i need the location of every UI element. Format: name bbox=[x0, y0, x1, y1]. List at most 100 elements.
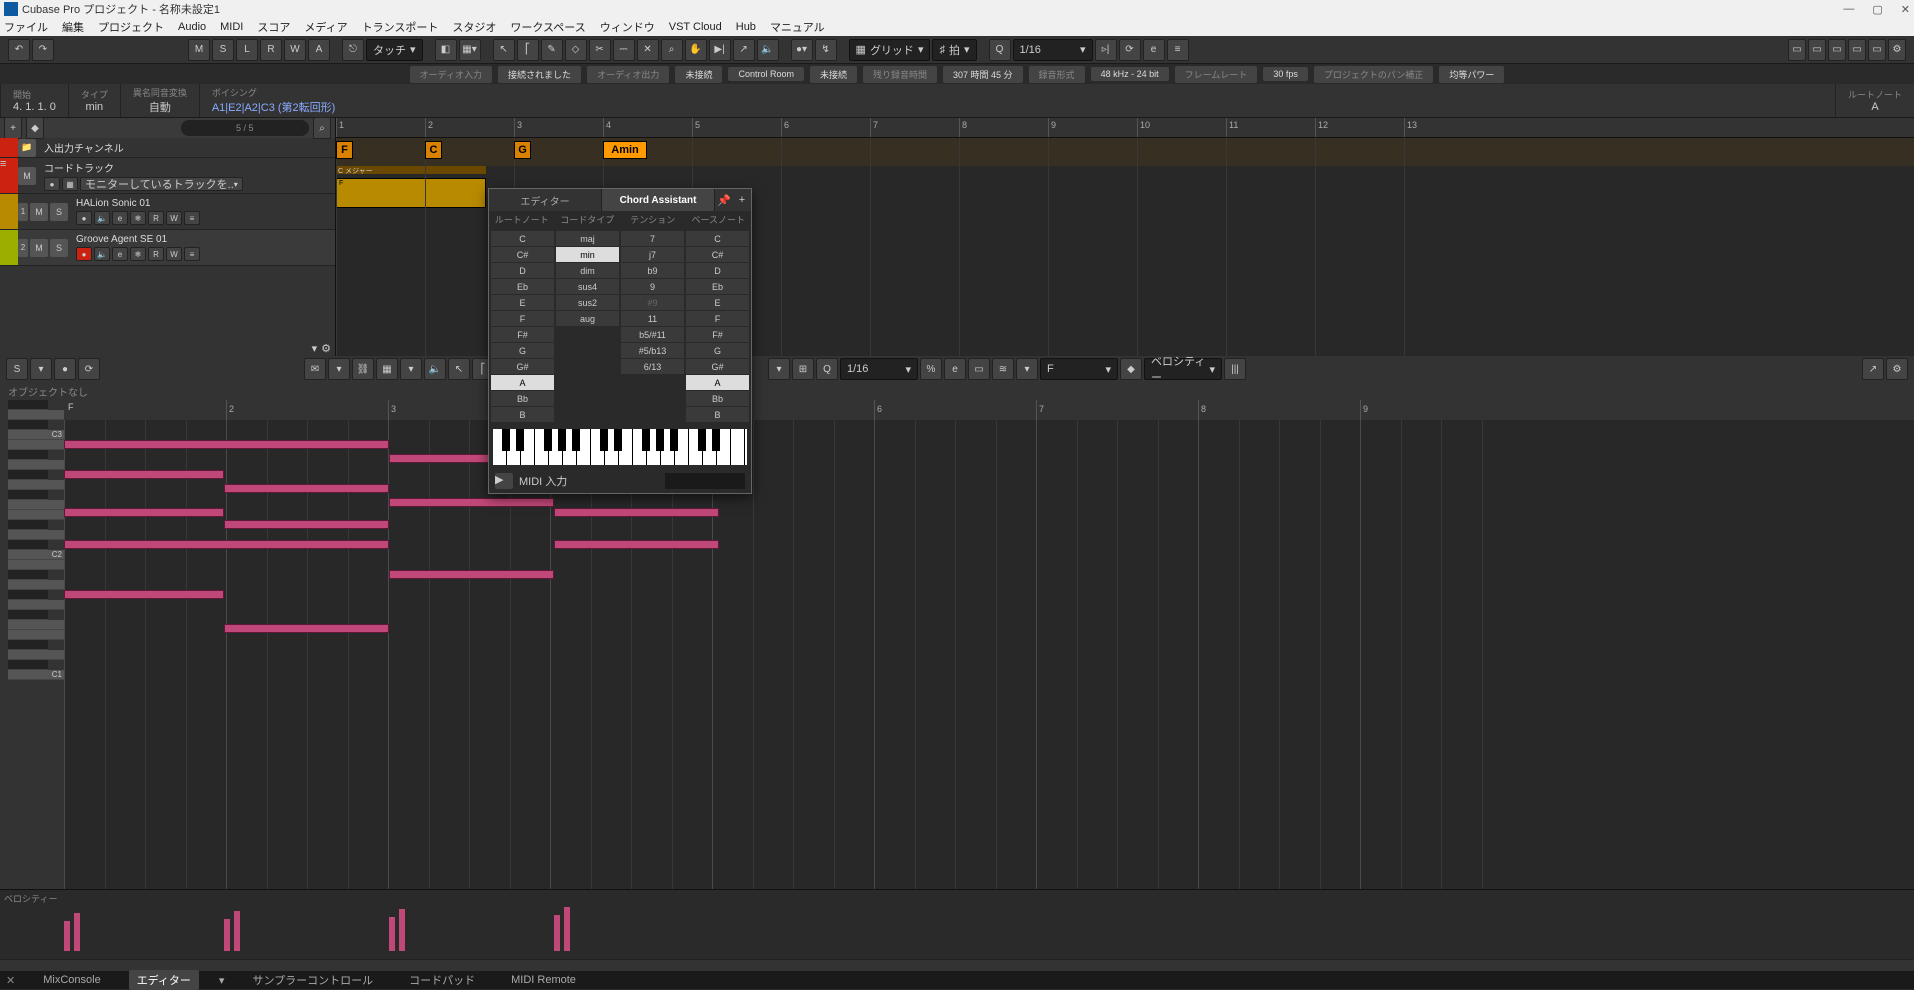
track2-write[interactable]: W bbox=[166, 247, 182, 261]
editor-dd5[interactable]: ▾ bbox=[1016, 358, 1038, 380]
q-soft[interactable]: ⟳ bbox=[1119, 39, 1141, 61]
piano-key[interactable] bbox=[8, 520, 48, 530]
chord-option[interactable]: C bbox=[686, 231, 749, 246]
midi-input-field[interactable] bbox=[665, 473, 745, 489]
minimize-button[interactable]: — bbox=[1843, 3, 1854, 16]
editor-ruler-bar[interactable]: 2 bbox=[226, 400, 236, 420]
track2-freeze[interactable]: ❄ bbox=[130, 247, 146, 261]
chord-ctrl2[interactable]: ▦ bbox=[62, 177, 78, 191]
arrange-ruler[interactable]: 12345678910111213 bbox=[336, 118, 1914, 138]
chord-option[interactable]: Bb bbox=[491, 391, 554, 406]
piano-key[interactable] bbox=[8, 660, 48, 670]
ruler-bar[interactable]: 13 bbox=[1404, 118, 1419, 137]
color-tool[interactable]: ◧ bbox=[435, 39, 457, 61]
chord-assistant-popup[interactable]: エディター Chord Assistant 📌 + ルートノート コードタイプ … bbox=[488, 188, 752, 494]
automode-icon[interactable]: ⎋ bbox=[342, 39, 364, 61]
chord-add-icon[interactable]: + bbox=[733, 189, 751, 211]
chord-option[interactable]: Bb bbox=[686, 391, 749, 406]
track1-rec[interactable]: ● bbox=[76, 211, 92, 225]
info-type-v[interactable]: min bbox=[81, 101, 108, 113]
zone-lower[interactable]: ▭ bbox=[1808, 39, 1826, 61]
chord-option[interactable]: B bbox=[686, 407, 749, 422]
velocity-lane[interactable]: ベロシティー bbox=[0, 889, 1914, 959]
editor-dd2[interactable]: ▾ bbox=[328, 358, 350, 380]
piano-key[interactable] bbox=[8, 440, 64, 450]
chord-option[interactable]: min bbox=[556, 247, 619, 262]
editor-dd3[interactable]: ▾ bbox=[400, 358, 422, 380]
piano-key[interactable] bbox=[8, 450, 48, 460]
add-track-button[interactable]: + bbox=[4, 117, 22, 139]
chord-option[interactable]: 11 bbox=[621, 311, 684, 326]
menu-tool[interactable]: ▦▾ bbox=[459, 39, 481, 61]
midi-note[interactable] bbox=[389, 498, 554, 507]
auto-write[interactable]: W bbox=[284, 39, 306, 61]
automation-mode[interactable]: タッチ▾ bbox=[366, 39, 423, 61]
auto-solo[interactable]: S bbox=[212, 39, 234, 61]
midi-note[interactable] bbox=[224, 624, 389, 633]
tab-midiremote[interactable]: MIDI Remote bbox=[503, 972, 584, 988]
chord-option[interactable]: A bbox=[491, 375, 554, 390]
chord-option[interactable]: b9 bbox=[621, 263, 684, 278]
chord-option[interactable]: #5/b13 bbox=[621, 343, 684, 358]
ruler-bar[interactable]: 6 bbox=[781, 118, 791, 137]
track1-solo[interactable]: S bbox=[50, 203, 68, 221]
auto-read[interactable]: R bbox=[260, 39, 282, 61]
editor-length[interactable]: ▭ bbox=[968, 358, 990, 380]
editor-scale[interactable]: ||| bbox=[1224, 358, 1246, 380]
piano-key[interactable] bbox=[8, 410, 64, 420]
warp-tool[interactable]: ▶| bbox=[709, 39, 731, 61]
erase-tool[interactable]: ◇ bbox=[565, 39, 587, 61]
piano-key[interactable] bbox=[8, 510, 64, 520]
chord-option[interactable]: C# bbox=[686, 247, 749, 262]
zone-right[interactable]: ▭ bbox=[1828, 39, 1846, 61]
editor-pitch[interactable]: F▾ bbox=[1040, 358, 1118, 380]
zoom-tool[interactable]: ⌕ bbox=[661, 39, 683, 61]
snap-type[interactable]: ▦グリッド▾ bbox=[849, 39, 931, 61]
play-tool[interactable]: 🔈 bbox=[757, 39, 779, 61]
menu-manual[interactable]: マニュアル bbox=[770, 19, 825, 35]
midi-part-halion[interactable]: F bbox=[336, 178, 486, 208]
chord-event[interactable]: C bbox=[425, 141, 442, 159]
midi-note[interactable] bbox=[224, 520, 389, 529]
line-tool[interactable]: ↗ bbox=[733, 39, 755, 61]
chord-option[interactable]: G# bbox=[491, 359, 554, 374]
piano-key[interactable] bbox=[8, 620, 64, 630]
midi-note[interactable] bbox=[64, 440, 389, 449]
editor-part[interactable]: ▦ bbox=[376, 358, 398, 380]
track1-freeze[interactable]: ❄ bbox=[130, 211, 146, 225]
menu-workspace[interactable]: ワークスペース bbox=[510, 19, 585, 35]
chord-monitor-select[interactable]: モニターしているトラックを.. ▾ bbox=[80, 177, 243, 191]
piano-key[interactable] bbox=[8, 590, 48, 600]
info-voi-v[interactable]: A1|E2|A2|C3 (第2転回形) bbox=[212, 99, 336, 115]
q-icon[interactable]: Q bbox=[989, 39, 1011, 61]
nudge-tool[interactable]: ↯ bbox=[815, 39, 837, 61]
track1-mute[interactable]: M bbox=[30, 203, 48, 221]
track2-edit[interactable]: e bbox=[112, 247, 128, 261]
editor-setup[interactable]: ⚙ bbox=[1886, 358, 1908, 380]
ruler-bar[interactable]: 7 bbox=[870, 118, 880, 137]
menu-midi[interactable]: MIDI bbox=[220, 21, 243, 33]
piano-key[interactable] bbox=[8, 640, 48, 650]
track1-lanes[interactable]: ≡ bbox=[184, 211, 200, 225]
chord-option[interactable]: 9 bbox=[621, 279, 684, 294]
chord-option[interactable]: sus2 bbox=[556, 295, 619, 310]
velocity-bar[interactable] bbox=[224, 919, 230, 951]
chord-option[interactable]: E bbox=[491, 295, 554, 310]
piano-key[interactable] bbox=[8, 540, 48, 550]
chord-option[interactable]: Eb bbox=[686, 279, 749, 294]
editor-ruler-bar[interactable]: 8 bbox=[1198, 400, 1208, 420]
editor-ai[interactable]: ✉ bbox=[304, 358, 326, 380]
comp-tool[interactable]: ✋ bbox=[685, 39, 707, 61]
ruler-bar[interactable]: 2 bbox=[425, 118, 435, 137]
tab-editor[interactable]: エディター bbox=[129, 970, 199, 990]
chord-option[interactable]: G bbox=[686, 343, 749, 358]
chord-option[interactable]: D bbox=[686, 263, 749, 278]
ruler-bar[interactable]: 4 bbox=[603, 118, 613, 137]
track-collapse-icon[interactable]: ▾ bbox=[312, 342, 318, 356]
ruler-bar[interactable]: 3 bbox=[514, 118, 524, 137]
piano-keys[interactable]: C3C2C1 bbox=[0, 400, 64, 889]
piano-key[interactable]: C2 bbox=[8, 550, 64, 560]
track-settings-icon[interactable]: ⚙ bbox=[321, 342, 331, 356]
chord-option[interactable]: F# bbox=[491, 327, 554, 342]
chord-option[interactable]: E bbox=[686, 295, 749, 310]
